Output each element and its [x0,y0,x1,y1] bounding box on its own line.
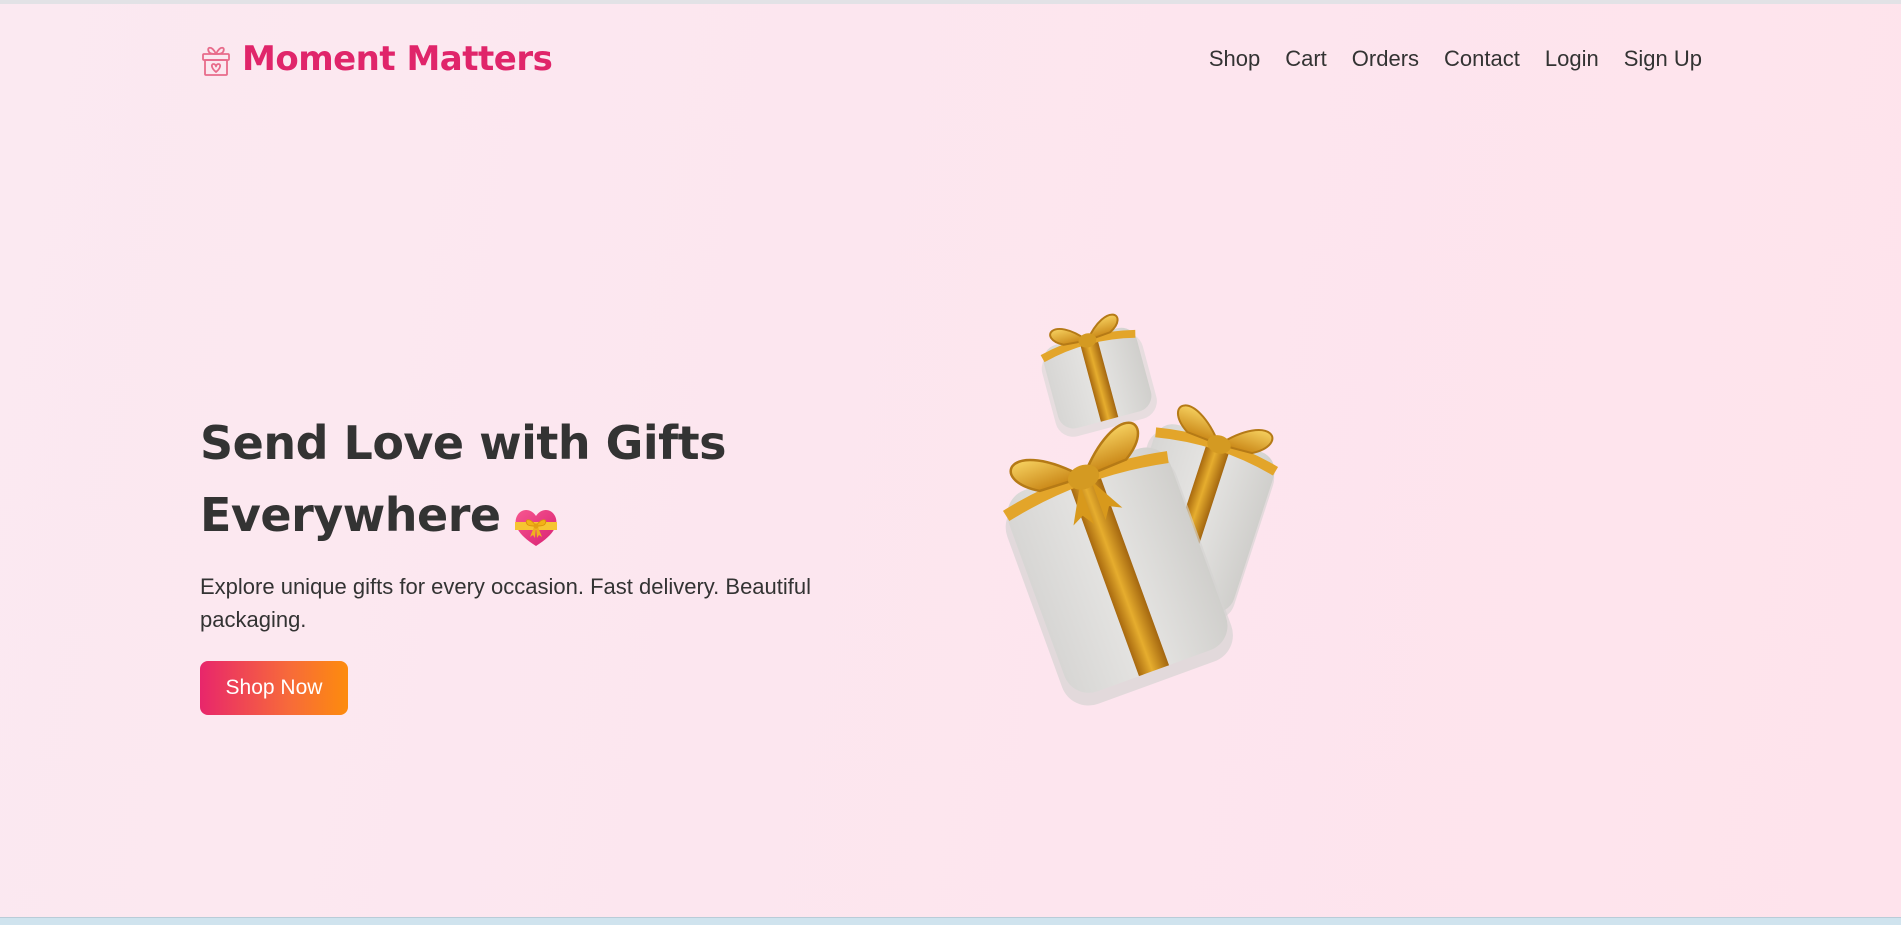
nav-contact[interactable]: Contact [1444,46,1520,72]
brand-logo-link[interactable]: Moment Matters [200,39,553,79]
navbar: Moment Matters Shop Cart Orders Contact … [200,34,1702,84]
taskbar-edge [0,917,1901,925]
nav-shop[interactable]: Shop [1209,46,1260,72]
heart-with-ribbon-icon [511,497,561,546]
hero-title-line2: Everywhere [200,488,501,542]
gift-heart-icon [200,41,232,77]
gift-boxes-illustration [960,299,1360,779]
nav-sign-up[interactable]: Sign Up [1624,46,1702,72]
nav-login[interactable]: Login [1545,46,1599,72]
nav-links: Shop Cart Orders Contact Login Sign Up [1184,46,1702,72]
hero-subtitle: Explore unique gifts for every occasion.… [200,574,812,632]
brand-name: Moment Matters [242,39,553,79]
shop-now-button[interactable]: Shop Now [200,661,348,715]
hero-title-line1: Send Love with Gifts [200,416,727,470]
nav-cart[interactable]: Cart [1285,46,1327,72]
hero-title: Send Love with Gifts Everywhere [200,407,960,551]
nav-orders[interactable]: Orders [1352,46,1419,72]
page: Moment Matters Shop Cart Orders Contact … [0,0,1901,925]
